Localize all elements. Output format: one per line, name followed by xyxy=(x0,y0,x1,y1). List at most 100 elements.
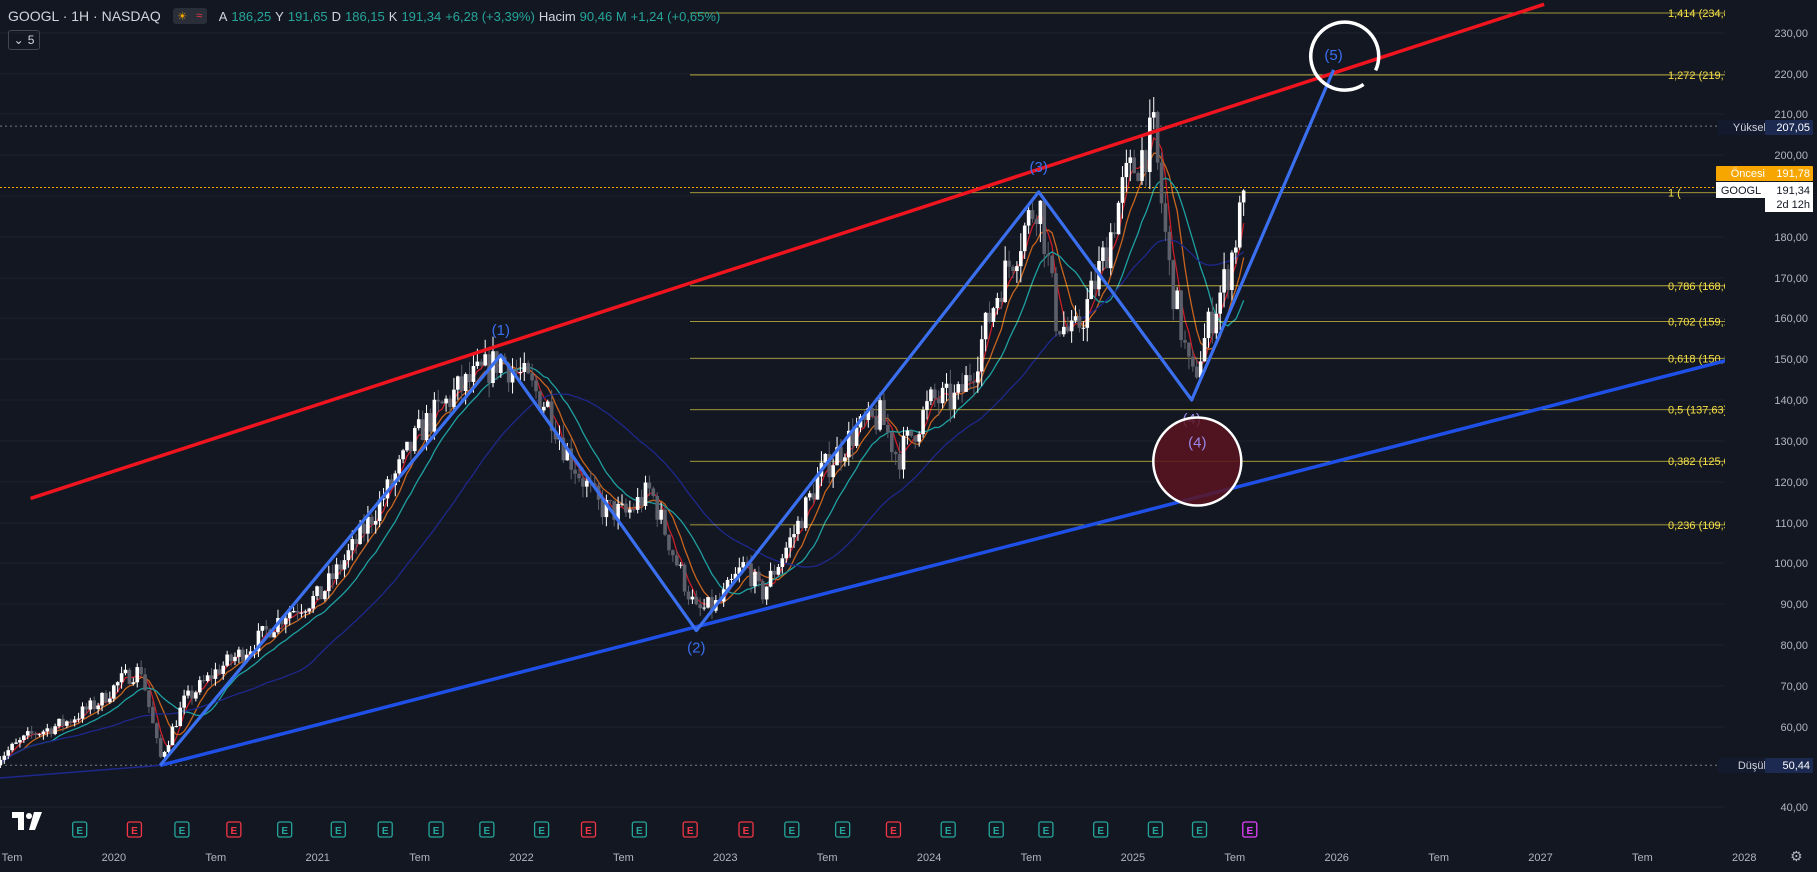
low-tag: Düşük xyxy=(1738,760,1770,772)
candle-body xyxy=(1073,316,1078,321)
candle-body xyxy=(764,586,769,600)
candle-body xyxy=(952,392,957,409)
time-tick-label: Tem xyxy=(817,852,838,864)
candle-body xyxy=(350,539,355,551)
candle-body xyxy=(1019,251,1023,267)
candle-body xyxy=(663,509,667,535)
symbol-name[interactable]: GOOGL · 1H · NASDAQ xyxy=(8,8,161,24)
candle-body xyxy=(581,478,585,487)
settings-gear-icon[interactable]: ⚙ xyxy=(1790,848,1803,865)
candle-body xyxy=(186,690,190,696)
close-label: K xyxy=(388,8,398,24)
candle-body xyxy=(542,406,546,411)
earnings-icon-letter: E xyxy=(687,826,694,837)
candle-body xyxy=(803,497,808,529)
candle-body xyxy=(123,669,128,674)
candle-body xyxy=(1069,320,1074,332)
candle-body xyxy=(1050,255,1054,274)
candle-body xyxy=(1144,150,1148,173)
candle-body xyxy=(80,706,85,719)
chevron-down-icon: ⌄ xyxy=(13,33,24,47)
volume-change: +1,24 (+0,65%) xyxy=(630,8,721,24)
candle-body xyxy=(319,586,323,600)
candle-body xyxy=(878,400,882,430)
tradingview-logo-icon[interactable] xyxy=(12,812,44,830)
candle-body xyxy=(768,570,773,587)
candle-body xyxy=(428,413,433,432)
fib-level-label: 0,5 (137,63) xyxy=(1668,405,1727,417)
candle-body xyxy=(702,607,706,609)
candle-body xyxy=(788,537,792,548)
low-label: D xyxy=(331,8,341,24)
candle-body xyxy=(233,656,237,662)
candle-body xyxy=(143,674,147,691)
candle-body xyxy=(1108,232,1113,269)
candle-body xyxy=(671,550,675,556)
candle-body xyxy=(135,667,140,683)
candle-body xyxy=(33,733,38,736)
candle-body xyxy=(1038,200,1043,225)
candle-body xyxy=(1003,260,1007,303)
candle-body xyxy=(948,383,953,409)
price-chart[interactable]: 1,414 (234,87)1,272 (219,76)1 (0,786 (16… xyxy=(0,0,1817,872)
candle-body xyxy=(1230,252,1234,291)
candle-body xyxy=(174,726,179,728)
candle-body xyxy=(436,399,441,402)
symbol-tag: GOOGL xyxy=(1721,185,1761,197)
candle-body xyxy=(326,573,331,592)
candle-body xyxy=(14,742,18,744)
candle-body xyxy=(628,509,632,513)
candle-body xyxy=(905,430,910,436)
earnings-icon-letter: E xyxy=(484,826,491,837)
candle-body xyxy=(901,435,906,470)
candle-body xyxy=(983,312,988,340)
candle-body xyxy=(197,680,202,693)
candle-body xyxy=(776,566,781,575)
candle-body xyxy=(960,384,964,392)
indicator-badge-icon[interactable]: ☀ ≈ xyxy=(172,8,207,24)
time-tick-label: 2024 xyxy=(917,852,941,864)
candle-body xyxy=(201,680,206,682)
indicators-collapse-button[interactable]: ⌄ 5 xyxy=(8,30,40,50)
candle-body xyxy=(889,432,894,453)
candle-body xyxy=(635,497,640,510)
candle-body xyxy=(620,503,624,505)
candle-body xyxy=(471,366,476,382)
price-tick-label: 210,00 xyxy=(1774,109,1808,121)
earnings-icon-letter: E xyxy=(585,826,592,837)
candle-body xyxy=(194,692,198,699)
close-value: 191,34 xyxy=(401,8,442,24)
candle-body xyxy=(260,626,265,631)
candle-body xyxy=(1124,162,1129,178)
symbol-legend[interactable]: GOOGL · 1H · NASDAQ ☀ ≈ A 186,25 Y 191,65 D… xyxy=(8,6,720,26)
countdown-tag: 2d 12h xyxy=(1776,199,1810,211)
candle-body xyxy=(1093,280,1097,290)
candle-body xyxy=(147,690,151,707)
candle-body xyxy=(303,611,308,613)
candle-body xyxy=(956,384,961,393)
candle-body xyxy=(41,731,46,735)
wave-4-highlight-circle[interactable] xyxy=(1152,416,1243,507)
candle-body xyxy=(18,739,22,743)
candle-body xyxy=(100,692,104,706)
previous-value-tag: 191,78 xyxy=(1776,168,1810,180)
candle-body xyxy=(694,596,699,605)
candle-body xyxy=(929,389,933,402)
candle-body xyxy=(1058,331,1062,335)
candle-body xyxy=(213,669,218,679)
earnings-icon-letter: E xyxy=(1043,826,1050,837)
wave-label: (3) xyxy=(1030,159,1048,176)
candle-body xyxy=(1128,157,1133,163)
candle-body xyxy=(1140,150,1144,181)
earnings-icon-letter: E xyxy=(231,826,238,837)
candle-body xyxy=(413,428,417,452)
candle-body xyxy=(1194,366,1199,378)
price-tick-label: 60,00 xyxy=(1780,722,1808,734)
price-tick-label: 200,00 xyxy=(1774,150,1808,162)
candle-body xyxy=(647,482,652,489)
candle-body xyxy=(338,564,343,570)
time-tick-label: 2028 xyxy=(1732,852,1756,864)
candle-body xyxy=(1148,117,1152,173)
candle-body xyxy=(463,374,468,391)
candle-body xyxy=(104,692,108,703)
